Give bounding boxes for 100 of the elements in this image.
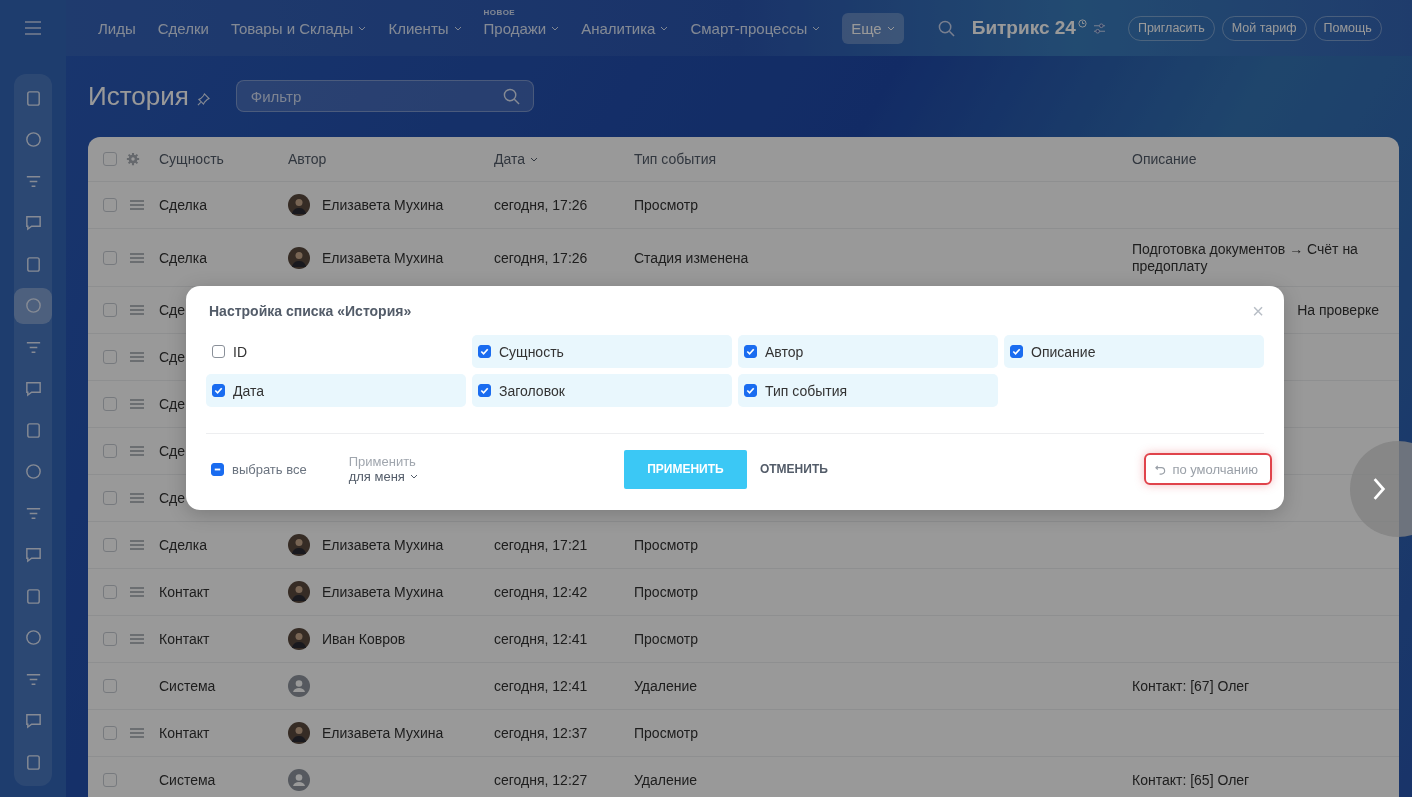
pin-icon[interactable] bbox=[196, 92, 210, 106]
table-cell: Сде bbox=[159, 396, 186, 412]
column-header[interactable]: Тип события bbox=[634, 151, 717, 167]
nav-tab[interactable]: Товары и Склады bbox=[230, 17, 367, 39]
checkmark-icon bbox=[745, 385, 756, 396]
drag-handle-icon[interactable] bbox=[130, 540, 144, 550]
table-cell: сегодня, 12:37 bbox=[494, 725, 588, 741]
search-icon[interactable] bbox=[937, 19, 955, 37]
checkbox[interactable] bbox=[103, 152, 117, 166]
column-header[interactable]: Дата bbox=[494, 151, 538, 167]
apply-for-label: Применить bbox=[348, 454, 417, 469]
table-cell: Елизавета Мухина bbox=[322, 197, 444, 213]
checkbox[interactable] bbox=[744, 384, 757, 397]
table-cell: Сделка bbox=[159, 197, 207, 213]
checkbox[interactable] bbox=[103, 303, 117, 317]
nav-tab[interactable]: Смарт-процессы bbox=[690, 17, 821, 39]
checkbox[interactable] bbox=[103, 250, 117, 265]
undo-icon bbox=[1155, 463, 1167, 475]
table-cell: Елизавета Мухина bbox=[322, 584, 444, 600]
checkbox[interactable] bbox=[103, 585, 117, 599]
nav-tab[interactable]: Аналитика bbox=[581, 17, 669, 39]
checkbox[interactable] bbox=[1010, 345, 1023, 358]
table-cell: Елизавета Мухина bbox=[322, 249, 444, 266]
drag-handle-icon[interactable] bbox=[130, 446, 144, 456]
reset-button[interactable]: по умолчанию bbox=[1144, 453, 1272, 485]
checkbox[interactable] bbox=[103, 491, 117, 505]
nav-tab[interactable]: Клиенты bbox=[388, 17, 462, 39]
column-option[interactable]: Дата bbox=[206, 374, 466, 407]
drag-handle-icon[interactable] bbox=[130, 200, 144, 210]
checkbox[interactable] bbox=[103, 350, 117, 364]
app-icon bbox=[23, 296, 43, 315]
drag-handle-icon[interactable] bbox=[130, 587, 144, 597]
checkbox[interactable] bbox=[103, 773, 117, 787]
table-cell: Просмотр bbox=[634, 631, 698, 647]
column-header[interactable]: Сущность bbox=[159, 151, 224, 167]
menu-icon[interactable] bbox=[24, 21, 42, 35]
drag-handle-icon[interactable] bbox=[130, 352, 144, 362]
avatar bbox=[288, 194, 310, 216]
select-all-label[interactable]: выбрать все bbox=[232, 461, 307, 477]
checkbox[interactable] bbox=[478, 345, 491, 358]
checkbox[interactable] bbox=[103, 444, 117, 458]
app-icon bbox=[23, 130, 43, 149]
checkbox[interactable] bbox=[103, 679, 117, 693]
sliders-icon[interactable] bbox=[1092, 22, 1106, 34]
drag-handle-icon[interactable] bbox=[130, 305, 144, 315]
chevron-icon bbox=[1372, 477, 1386, 501]
app-icon bbox=[23, 545, 43, 564]
checkbox[interactable] bbox=[211, 462, 224, 476]
table-cell: Сде bbox=[159, 302, 186, 318]
column-header[interactable]: Описание bbox=[1132, 151, 1197, 167]
table-cell: Система bbox=[159, 678, 216, 694]
table-cell: сегодня, 17:26 bbox=[494, 197, 588, 213]
drag-handle-icon[interactable] bbox=[130, 728, 144, 738]
nav-tab[interactable]: Сделки bbox=[157, 17, 209, 39]
nav-tab[interactable]: Лиды bbox=[98, 17, 136, 39]
table-cell: Сде bbox=[159, 443, 186, 459]
app-icon bbox=[23, 462, 43, 481]
drag-handle-icon[interactable] bbox=[130, 252, 144, 263]
column-option[interactable]: Заголовок bbox=[472, 374, 732, 407]
table-cell: Контакт bbox=[159, 631, 210, 647]
checkbox[interactable] bbox=[103, 198, 117, 212]
table-cell: Сделка bbox=[159, 249, 207, 266]
dialog-title: Настройка списка «История» bbox=[209, 303, 412, 319]
table-cell: сегодня, 12:41 bbox=[494, 678, 588, 694]
column-option[interactable]: Тип события bbox=[738, 374, 998, 407]
table-cell: сегодня, 12:27 bbox=[494, 772, 588, 788]
checkbox[interactable] bbox=[103, 726, 117, 740]
column-option[interactable]: Сущность bbox=[472, 335, 732, 368]
table-cell: Просмотр bbox=[634, 584, 698, 600]
column-option[interactable]: ID bbox=[206, 335, 466, 368]
table-cell: Просмотр bbox=[634, 725, 698, 741]
column-option[interactable]: Описание bbox=[1004, 335, 1264, 368]
drag-handle-icon[interactable] bbox=[130, 399, 144, 409]
page-title: История bbox=[88, 80, 189, 112]
avatar bbox=[288, 769, 310, 791]
scope-dropdown[interactable]: для меня bbox=[348, 469, 418, 484]
column-header[interactable]: Автор bbox=[288, 151, 327, 167]
app-icon bbox=[23, 711, 43, 730]
avatar bbox=[288, 581, 310, 603]
table-cell: Удаление bbox=[634, 772, 698, 788]
drag-handle-icon[interactable] bbox=[130, 634, 144, 644]
caret-icon bbox=[409, 474, 418, 479]
settings-icon[interactable] bbox=[126, 152, 140, 166]
cancel-button[interactable]: ОТМЕНИТЬ bbox=[759, 462, 828, 476]
avatar bbox=[288, 534, 310, 556]
checkbox[interactable] bbox=[103, 538, 117, 552]
table-cell: Контакт bbox=[159, 584, 210, 600]
table-cell: сегодня, 17:21 bbox=[494, 537, 588, 553]
checkbox[interactable] bbox=[744, 345, 757, 358]
table-cell: Просмотр bbox=[634, 537, 698, 553]
column-option[interactable]: Автор bbox=[738, 335, 998, 368]
nav-tab[interactable]: Продажи bbox=[483, 17, 560, 39]
checkbox[interactable] bbox=[103, 632, 117, 646]
drag-handle-icon[interactable] bbox=[130, 493, 144, 503]
checkbox[interactable] bbox=[103, 397, 117, 411]
table-cell-text: Подготовка документов → Счёт на предоплату bbox=[1132, 240, 1359, 275]
checkbox[interactable] bbox=[478, 384, 491, 397]
checkbox[interactable] bbox=[212, 345, 225, 358]
checkbox[interactable] bbox=[212, 384, 225, 397]
new-label: НОВОЕ bbox=[483, 7, 516, 17]
